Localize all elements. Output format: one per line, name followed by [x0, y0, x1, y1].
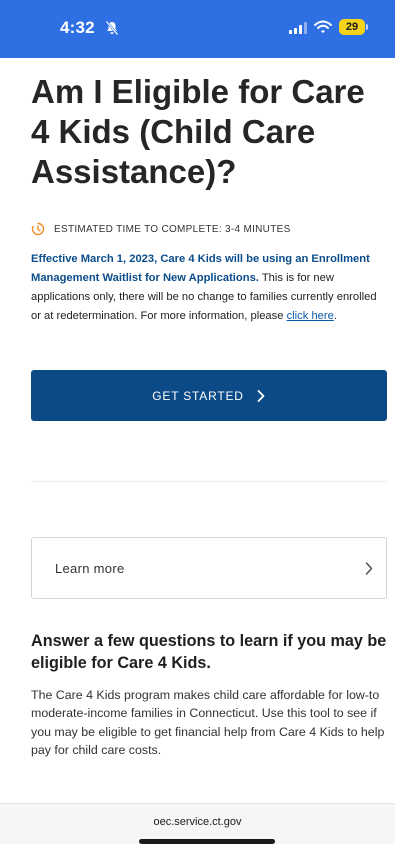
url-text[interactable]: oec.service.ct.gov: [0, 816, 395, 828]
section-body: The Care 4 Kids program makes child care…: [31, 688, 385, 758]
get-started-button[interactable]: GET STARTED: [31, 370, 387, 421]
notice-end: .: [333, 310, 337, 322]
get-started-label: GET STARTED: [152, 388, 244, 403]
learn-more-label: Learn more: [55, 560, 125, 576]
browser-bar: oec.service.ct.gov: [0, 803, 395, 844]
enrollment-notice: Effective March 1, 2023, Care 4 Kids wil…: [31, 250, 381, 326]
estimated-time-row: ESTIMATED TIME TO COMPLETE: 3-4 MINUTES: [31, 222, 291, 236]
estimated-time-text: ESTIMATED TIME TO COMPLETE: 3-4 MINUTES: [54, 223, 291, 235]
bell-slash-icon: [105, 20, 119, 36]
home-indicator[interactable]: [139, 839, 275, 844]
battery-icon: 29: [339, 18, 369, 35]
section-divider: [31, 481, 387, 482]
status-time: 4:32: [60, 18, 95, 37]
status-bar: 4:32 29: [0, 0, 395, 58]
click-here-link[interactable]: click here: [287, 310, 334, 322]
signal-icon: [289, 22, 307, 34]
page-title: Am I Eligible for Care 4 Kids (Child Car…: [31, 73, 365, 190]
chevron-right-icon: [257, 389, 265, 402]
timer-icon: [31, 222, 45, 236]
section-heading: Answer a few questions to learn if you m…: [31, 632, 387, 672]
wifi-icon: [314, 20, 332, 34]
battery-level: 29: [339, 18, 365, 35]
chevron-right-icon: [365, 561, 373, 575]
battery-tip: [366, 23, 368, 30]
learn-more-button[interactable]: Learn more: [31, 537, 387, 599]
